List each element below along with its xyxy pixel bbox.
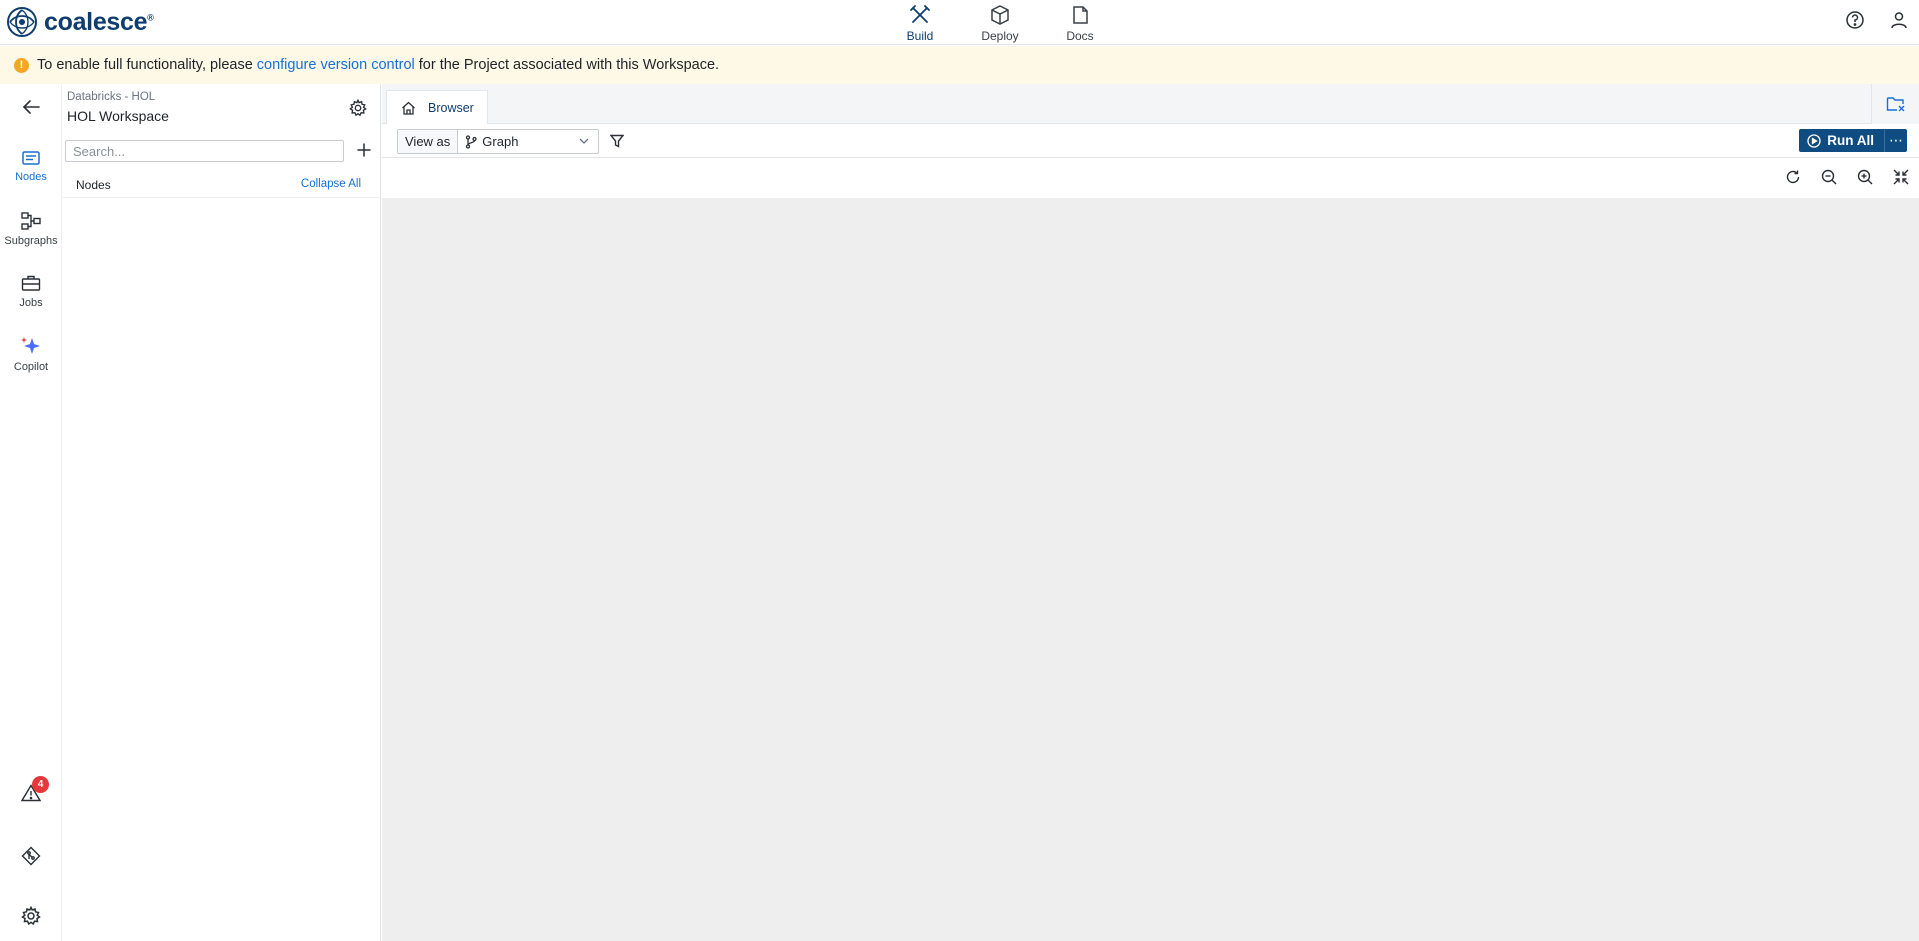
zoom-in-icon[interactable] bbox=[1857, 169, 1873, 185]
close-folders-button[interactable] bbox=[1871, 84, 1919, 124]
add-node-icon[interactable] bbox=[356, 142, 372, 158]
top-right-actions bbox=[1845, 10, 1909, 30]
view-as-select[interactable]: Graph bbox=[458, 130, 598, 153]
play-circle-icon bbox=[1807, 133, 1821, 148]
run-all-more-button[interactable]: ⋯ bbox=[1885, 129, 1907, 152]
coalesce-logo-icon bbox=[6, 6, 38, 38]
nav-docs[interactable]: Docs bbox=[1040, 0, 1120, 45]
rail-item-jobs-label: Jobs bbox=[19, 297, 43, 309]
configure-version-control-link[interactable]: configure version control bbox=[257, 57, 415, 73]
collapse-all-link[interactable]: Collapse All bbox=[301, 178, 361, 190]
fit-to-screen-icon[interactable] bbox=[1893, 169, 1909, 185]
run-all-button-group: Run All ⋯ bbox=[1799, 129, 1907, 152]
jobs-icon bbox=[21, 275, 41, 292]
workspace-title: HOL Workspace bbox=[67, 108, 169, 124]
workspace-settings-icon[interactable] bbox=[349, 99, 367, 117]
chevron-down-icon bbox=[579, 138, 589, 145]
zoom-out-icon[interactable] bbox=[1821, 169, 1837, 185]
alerts-count-badge: 4 bbox=[32, 776, 49, 793]
primary-nav: Build Deploy Docs bbox=[880, 0, 1120, 45]
node-search-input[interactable] bbox=[65, 140, 344, 162]
rail-item-git[interactable] bbox=[0, 846, 62, 866]
rail-item-copilot-label: Copilot bbox=[13, 361, 49, 373]
graph-branch-icon bbox=[465, 134, 477, 149]
subgraphs-icon bbox=[21, 212, 41, 230]
app-logo[interactable]: coalesce® bbox=[6, 4, 154, 40]
graph-controls-bar bbox=[382, 158, 1919, 198]
refresh-icon[interactable] bbox=[1785, 169, 1801, 185]
run-all-label: Run All bbox=[1827, 133, 1874, 148]
run-all-button[interactable]: Run All bbox=[1799, 129, 1885, 152]
rail-item-copilot[interactable]: Copilot bbox=[0, 336, 62, 373]
workspace-panel bbox=[63, 84, 381, 941]
graph-controls bbox=[1785, 169, 1909, 185]
nodes-section-header: Nodes Collapse All bbox=[63, 172, 381, 198]
nav-build-label: Build bbox=[906, 29, 934, 43]
gear-settings-icon bbox=[21, 906, 41, 926]
nav-build[interactable]: Build bbox=[880, 0, 960, 45]
docs-icon bbox=[1069, 4, 1091, 26]
brand-name: coalesce® bbox=[44, 7, 154, 36]
nav-docs-label: Docs bbox=[1066, 29, 1094, 43]
top-bar: coalesce® Build Deploy Docs bbox=[0, 0, 1919, 45]
back-arrow-icon[interactable] bbox=[22, 99, 40, 115]
deploy-box-icon bbox=[989, 4, 1011, 26]
project-name: Databricks - HOL bbox=[67, 91, 156, 103]
git-diamond-icon bbox=[21, 846, 41, 866]
home-icon bbox=[401, 101, 416, 115]
rail-item-jobs[interactable]: Jobs bbox=[0, 275, 62, 309]
nodes-section-title: Nodes bbox=[76, 178, 111, 192]
tab-browser[interactable]: Browser bbox=[386, 90, 488, 124]
help-icon[interactable] bbox=[1845, 10, 1865, 30]
view-as-value: Graph bbox=[482, 134, 519, 149]
rail-item-nodes[interactable]: Nodes bbox=[0, 150, 62, 183]
build-tools-icon bbox=[909, 4, 931, 26]
tab-bar: Browser bbox=[382, 84, 1919, 124]
rail-item-nodes-label: Nodes bbox=[15, 171, 47, 183]
rail-item-settings[interactable] bbox=[0, 906, 62, 926]
filter-icon[interactable] bbox=[610, 134, 624, 148]
rail-item-subgraphs-label: Subgraphs bbox=[4, 235, 58, 247]
nav-deploy-label: Deploy bbox=[981, 29, 1019, 43]
warning-icon: ! bbox=[14, 57, 29, 73]
banner-text-after: for the Project associated with this Wor… bbox=[418, 57, 720, 73]
graph-canvas[interactable] bbox=[382, 84, 1919, 941]
user-account-icon[interactable] bbox=[1889, 10, 1909, 30]
banner-text-before: To enable full functionality, please bbox=[37, 57, 253, 73]
rail-item-alerts[interactable]: 4 bbox=[0, 776, 62, 802]
version-control-banner: ! To enable full functionality, please c… bbox=[0, 46, 1919, 84]
tab-browser-label: Browser bbox=[428, 100, 474, 115]
folder-close-icon bbox=[1886, 95, 1906, 113]
left-rail: Nodes Subgraphs Jobs Copilot 4 bbox=[0, 84, 62, 941]
graph-toolbar: View as Graph Run All ⋯ bbox=[382, 124, 1919, 158]
view-as-control: View as Graph bbox=[397, 129, 600, 154]
nav-deploy[interactable]: Deploy bbox=[960, 0, 1040, 45]
view-as-label: View as bbox=[398, 130, 459, 153]
rail-item-subgraphs[interactable]: Subgraphs bbox=[0, 212, 62, 247]
copilot-sparkle-icon bbox=[20, 336, 42, 356]
nodes-icon bbox=[22, 150, 40, 166]
